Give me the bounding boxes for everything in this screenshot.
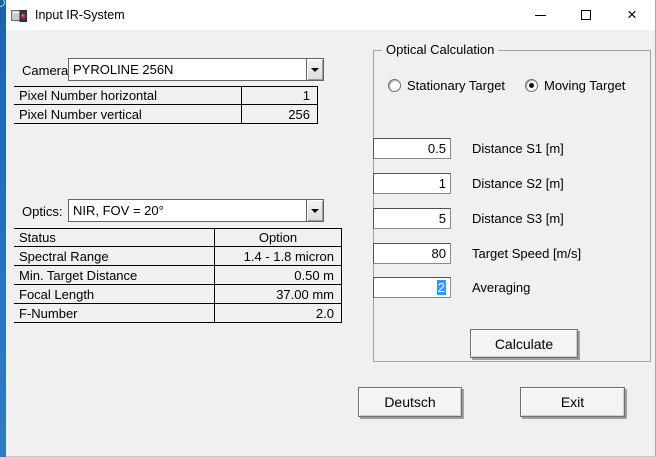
min-target-distance-label: Min. Target Distance [14, 266, 215, 284]
pixel-horizontal-label: Pixel Number horizontal [14, 87, 242, 104]
radio-icon [388, 79, 401, 92]
distance-s2-value: 1 [439, 176, 446, 191]
window-title: Input IR-System [35, 8, 125, 22]
titlebar[interactable]: Input IR-System × [6, 0, 655, 30]
camera-combobox-value: PYROLINE 256N [69, 59, 306, 80]
maximize-button[interactable] [563, 0, 609, 30]
close-button[interactable]: × [609, 0, 655, 30]
distance-s3-input[interactable]: 5 [373, 208, 451, 229]
pixel-table: Pixel Number horizontal 1 Pixel Number v… [14, 86, 318, 124]
input-ir-system-dialog: Input IR-System × Camera: PYROLINE 256N … [6, 0, 656, 457]
averaging-value-selected-text: 2 [437, 280, 446, 295]
deutsch-button-label: Deutsch [384, 394, 435, 410]
averaging-input[interactable]: 2 [373, 277, 451, 298]
table-row: F-Number 2.0 [14, 304, 342, 323]
distance-s1-input[interactable]: 0.5 [373, 138, 451, 159]
target-speed-label: Target Speed [m/s] [472, 246, 581, 261]
camera-combobox[interactable]: PYROLINE 256N [68, 58, 324, 81]
background-window-icon [0, 0, 5, 7]
minimize-button[interactable] [517, 0, 563, 30]
camera-combobox-dropdown-button[interactable] [306, 59, 323, 80]
optics-label: Optics: [22, 204, 62, 219]
distance-s2-label: Distance S2 [m] [472, 176, 564, 191]
radio-stationary-target[interactable]: Stationary Target [388, 78, 505, 93]
focal-length-label: Focal Length [14, 285, 215, 303]
table-row: Focal Length 37.00 mm [14, 285, 342, 304]
focal-length-value: 37.00 mm [215, 285, 342, 303]
chevron-down-icon [311, 68, 319, 72]
radio-label: Moving Target [544, 78, 625, 93]
pixel-vertical-value: 256 [242, 105, 318, 123]
distance-s3-value: 5 [439, 211, 446, 226]
distance-s1-label: Distance S1 [m] [472, 141, 564, 156]
status-header: Status [14, 229, 215, 246]
pixel-horizontal-value: 1 [242, 87, 318, 104]
min-target-distance-value: 0.50 m [215, 266, 342, 284]
f-number-label: F-Number [14, 304, 215, 322]
deutsch-button[interactable]: Deutsch [358, 387, 462, 417]
f-number-value: 2.0 [215, 304, 342, 322]
averaging-label: Averaging [472, 280, 530, 295]
optics-combobox-value: NIR, FOV = 20° [69, 200, 306, 221]
calculate-button-label: Calculate [495, 336, 553, 352]
spectral-range-label: Spectral Range [14, 247, 215, 265]
optical-calculation-group: Optical Calculation Stationary Target Mo… [373, 50, 651, 362]
option-header: Option [215, 229, 342, 246]
spectral-range-value: 1.4 - 1.8 micron [215, 247, 342, 265]
minimize-icon [535, 15, 546, 16]
radio-moving-target[interactable]: Moving Target [525, 78, 625, 93]
camera-app-icon [11, 8, 28, 23]
table-row: Pixel Number vertical 256 [14, 105, 318, 124]
pixel-vertical-label: Pixel Number vertical [14, 105, 242, 123]
table-row: Spectral Range 1.4 - 1.8 micron [14, 247, 342, 266]
group-title: Optical Calculation [382, 42, 498, 57]
target-speed-value: 80 [432, 246, 446, 261]
chevron-down-icon [311, 209, 319, 213]
distance-s3-label: Distance S3 [m] [472, 211, 564, 226]
calculate-button[interactable]: Calculate [470, 329, 578, 358]
optics-combobox-dropdown-button[interactable] [306, 200, 323, 221]
target-speed-input[interactable]: 80 [373, 243, 451, 264]
close-icon: × [627, 6, 637, 23]
optics-combobox[interactable]: NIR, FOV = 20° [68, 199, 324, 222]
table-row: Min. Target Distance 0.50 m [14, 266, 342, 285]
exit-button[interactable]: Exit [520, 387, 625, 417]
camera-label: Camera: [22, 63, 72, 78]
radio-icon-selected [525, 79, 538, 92]
distance-s1-value: 0.5 [428, 141, 446, 156]
maximize-icon [581, 10, 591, 20]
table-row: Pixel Number horizontal 1 [14, 86, 318, 105]
radio-label: Stationary Target [407, 78, 505, 93]
table-header-row: Status Option [14, 228, 342, 247]
distance-s2-input[interactable]: 1 [373, 173, 451, 194]
exit-button-label: Exit [561, 394, 584, 410]
optics-table: Status Option Spectral Range 1.4 - 1.8 m… [14, 228, 342, 323]
